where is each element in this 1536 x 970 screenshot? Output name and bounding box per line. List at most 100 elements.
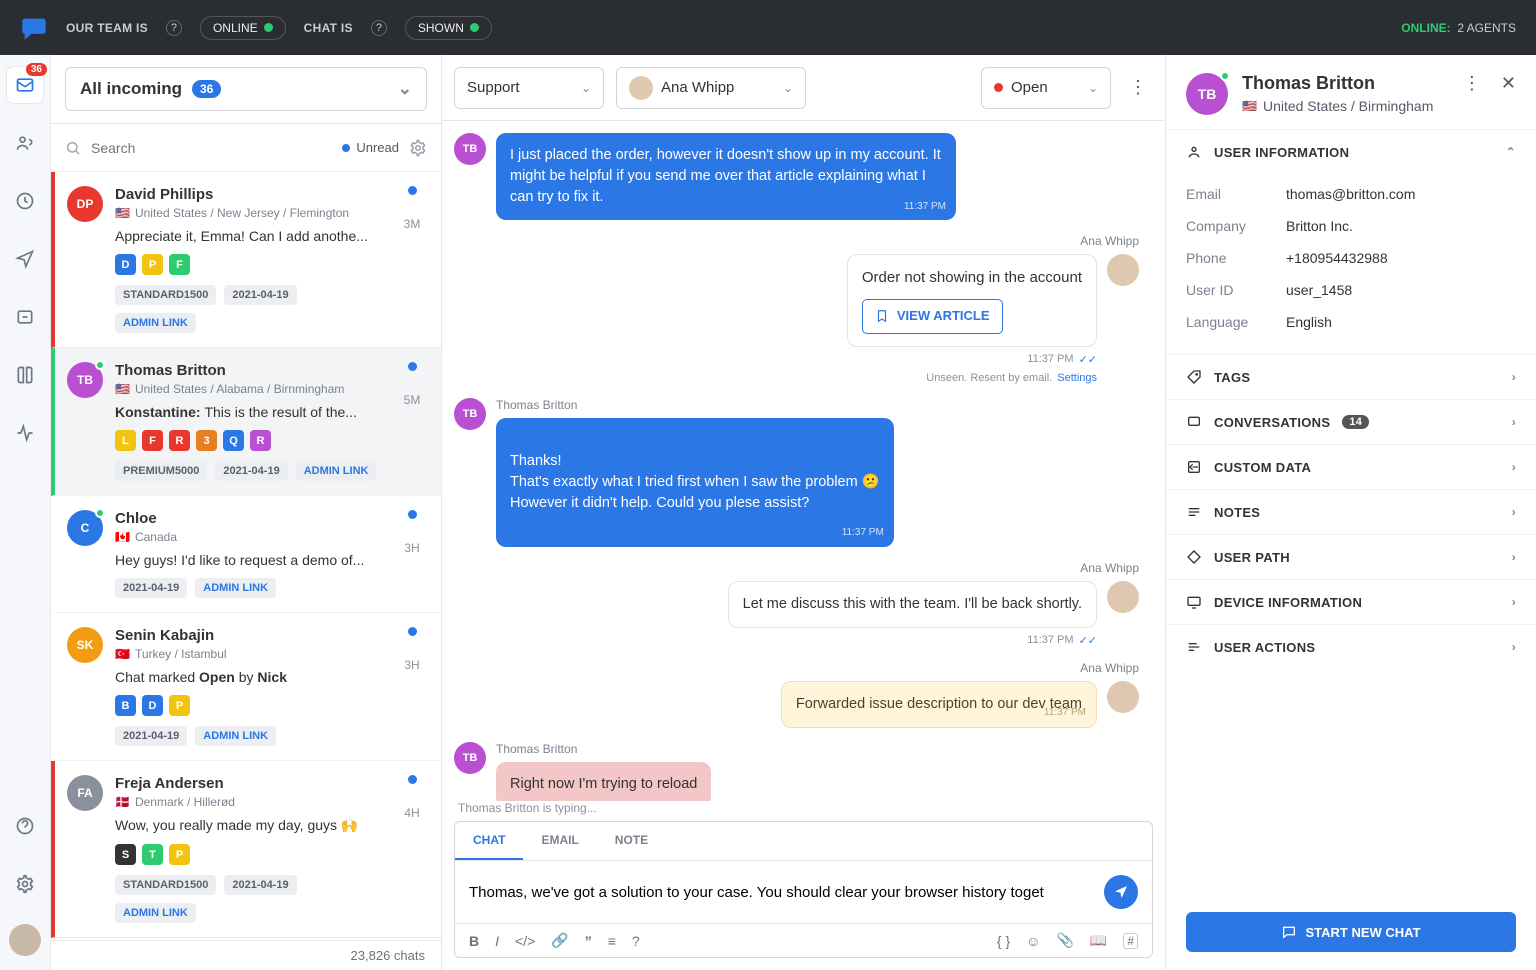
panel-user-actions[interactable]: USER ACTIONS ›: [1166, 625, 1536, 669]
quote-icon[interactable]: ”: [585, 933, 592, 949]
department-dropdown[interactable]: Support ⌄: [454, 67, 604, 109]
tag-badge: P: [169, 695, 190, 716]
view-article-button[interactable]: VIEW ARTICLE: [862, 299, 1003, 334]
chat-item[interactable]: TB Thomas Britton 🇺🇸United States / Alab…: [51, 348, 441, 496]
agents-count: 2 AGENTS: [1457, 21, 1516, 35]
chevron-down-icon: ⌄: [1088, 81, 1098, 95]
chat-status-pill[interactable]: SHOWN: [405, 16, 492, 40]
chevron-right-icon: ›: [1512, 505, 1516, 519]
panel-tags[interactable]: TAGS ›: [1166, 355, 1536, 399]
help-icon[interactable]: ?: [632, 933, 640, 949]
conversation-list-pane: All incoming 36 ⌄ Unread DP David Philli…: [51, 55, 442, 970]
user-avatar: TB: [454, 133, 486, 165]
filter-label: All incoming: [80, 79, 182, 99]
composer-input[interactable]: [469, 884, 1094, 901]
presence-dot-icon: [1220, 71, 1230, 81]
note-bubble: Forwarded issue description to our dev t…: [781, 681, 1097, 728]
close-icon[interactable]: ✕: [1501, 73, 1516, 94]
chat-location: Denmark / Hillerød: [135, 795, 235, 809]
nav-people[interactable]: [7, 125, 43, 161]
nav-history[interactable]: [7, 183, 43, 219]
contact-avatar: TB: [1186, 73, 1228, 115]
chat-item[interactable]: FA Freja Andersen 🇩🇰Denmark / Hillerød W…: [51, 761, 441, 938]
nav-archive[interactable]: [7, 299, 43, 335]
chat-name: Senin Kabajin: [115, 627, 385, 644]
message-timestamp: 11:37 PM: [1027, 634, 1073, 646]
nav-send[interactable]: [7, 241, 43, 277]
help-icon[interactable]: ?: [371, 20, 387, 36]
emoji-icon[interactable]: ☺: [1026, 933, 1040, 949]
help-icon[interactable]: ?: [166, 20, 182, 36]
nav-inbox[interactable]: 36: [7, 67, 43, 103]
settings-link[interactable]: Settings: [1057, 372, 1097, 384]
tag-badge: Q: [223, 430, 244, 451]
nav-settings[interactable]: [7, 866, 43, 902]
list-icon[interactable]: ≡: [608, 933, 616, 949]
message-timestamp: 11:37 PM: [1027, 353, 1073, 365]
chat-item[interactable]: DP David Phillips 🇺🇸United States / New …: [51, 172, 441, 348]
chip[interactable]: ADMIN LINK: [115, 313, 196, 333]
braces-icon[interactable]: { }: [997, 933, 1010, 949]
kebab-icon[interactable]: ⋮: [1123, 77, 1153, 98]
chat-item[interactable]: C Chloe 🇨🇦Canada Hey guys! I'd like to r…: [51, 496, 441, 613]
agent-dropdown[interactable]: Ana Whipp ⌄: [616, 67, 806, 109]
message-text: Thanks! That's exactly what I tried firs…: [510, 453, 880, 511]
chat-time: 4H: [404, 806, 419, 820]
nav-help[interactable]: [7, 808, 43, 844]
send-button[interactable]: [1104, 875, 1138, 909]
chevron-down-icon: ⌄: [581, 81, 591, 95]
kb-icon[interactable]: 📖: [1090, 932, 1107, 949]
chat-location: United States / New Jersey / Flemington: [135, 206, 349, 220]
my-avatar[interactable]: [9, 924, 41, 956]
message-text: I just placed the order, however it does…: [510, 147, 941, 205]
bold-icon[interactable]: B: [469, 933, 479, 949]
chat-status-label: CHAT IS: [304, 21, 353, 35]
nav-kb[interactable]: [7, 357, 43, 393]
chat-status-value: SHOWN: [418, 21, 464, 35]
chat-avatar: TB: [67, 362, 103, 398]
chat-time: 3M: [404, 217, 421, 231]
chat-name: Freja Andersen: [115, 775, 385, 792]
chevron-down-icon: ⌄: [398, 79, 412, 99]
link-icon[interactable]: 🔗: [551, 932, 568, 949]
code-icon[interactable]: </>: [515, 933, 535, 949]
italic-icon[interactable]: I: [495, 933, 499, 949]
tag-badge: D: [142, 695, 163, 716]
composer-tab-chat[interactable]: CHAT: [455, 822, 523, 860]
info-value: English: [1286, 314, 1332, 330]
start-new-chat-button[interactable]: START NEW CHAT: [1186, 912, 1516, 952]
gear-icon[interactable]: [409, 139, 427, 157]
chip[interactable]: ADMIN LINK: [195, 578, 276, 598]
panel-custom-data[interactable]: CUSTOM DATA ›: [1166, 445, 1536, 489]
status-dropdown[interactable]: Open ⌄: [981, 67, 1111, 109]
chat-item[interactable]: SK Senin Kabajin 🇹🇷Turkey / Istambul Cha…: [51, 613, 441, 761]
panel-notes[interactable]: NOTES ›: [1166, 490, 1536, 534]
message-sender: Thomas Britton: [496, 742, 711, 756]
chip: PREMIUM5000: [115, 461, 207, 481]
nav-activity[interactable]: [7, 415, 43, 451]
chip[interactable]: ADMIN LINK: [296, 461, 377, 481]
composer-tab-note[interactable]: NOTE: [597, 822, 666, 860]
info-key: Company: [1186, 218, 1286, 234]
chevron-right-icon: ›: [1512, 550, 1516, 564]
attachment-icon[interactable]: 📎: [1056, 932, 1073, 949]
chat-time: 5M: [404, 393, 421, 407]
composer-tab-email[interactable]: EMAIL: [523, 822, 596, 860]
presence-dot-icon: [95, 360, 105, 370]
tag-badge: R: [250, 430, 271, 451]
kebab-icon[interactable]: ⋮: [1457, 73, 1487, 94]
team-status-pill[interactable]: ONLINE: [200, 16, 286, 40]
panel-device-info[interactable]: DEVICE INFORMATION ›: [1166, 580, 1536, 624]
chip[interactable]: ADMIN LINK: [195, 726, 276, 746]
chip[interactable]: ADMIN LINK: [115, 903, 196, 923]
panel-user-path[interactable]: USER PATH ›: [1166, 535, 1536, 579]
panel-user-info[interactable]: USER INFORMATION ⌃: [1166, 130, 1536, 174]
message-timestamp: 11:37 PM: [904, 200, 946, 215]
filter-dropdown[interactable]: All incoming 36 ⌄: [65, 67, 427, 111]
unread-filter[interactable]: Unread: [342, 140, 399, 155]
panel-conversations[interactable]: CONVERSATIONS 14 ›: [1166, 400, 1536, 444]
hash-icon[interactable]: #: [1123, 933, 1138, 949]
contact-name: Thomas Britton: [1242, 73, 1433, 94]
search-input[interactable]: [91, 140, 332, 156]
chevron-right-icon: ›: [1512, 415, 1516, 429]
